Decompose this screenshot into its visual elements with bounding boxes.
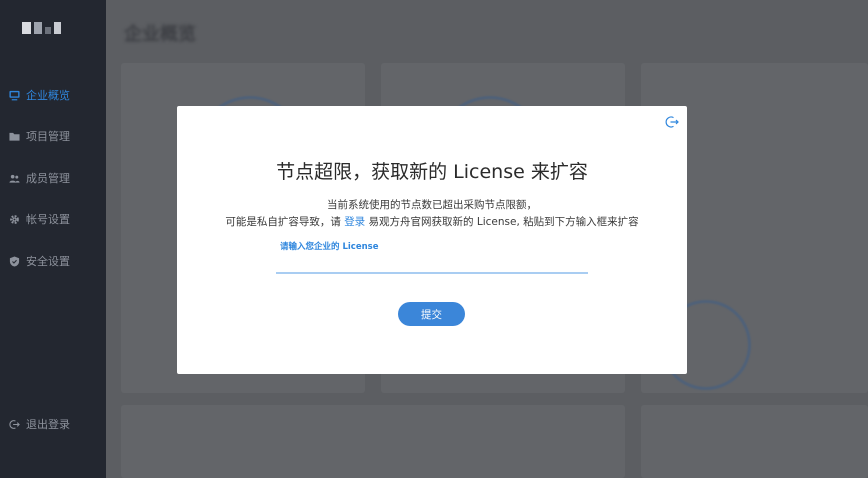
logout-label: 退出登录 (26, 418, 70, 431)
desc-prefix: 可能是私自扩容导致，请 (225, 216, 341, 228)
sidebar: 企业概览 项目管理 成员管理 帐号设置 安全设置 退出登录 (0, 0, 106, 478)
logout-icon (9, 419, 20, 430)
logo (22, 22, 61, 34)
shield-icon (9, 255, 20, 267)
gear-icon (9, 214, 20, 225)
sidebar-item-overview[interactable]: 企业概览 (0, 85, 106, 105)
sidebar-item-security[interactable]: 安全设置 (0, 251, 106, 271)
page-title: 企业概览 (124, 24, 196, 45)
monitor-icon (9, 90, 20, 101)
sidebar-item-account[interactable]: 帐号设置 (0, 209, 106, 229)
overview-card (641, 405, 868, 478)
close-button[interactable] (665, 114, 679, 128)
modal-description-line-1: 当前系统使用的节点数已超出采购节点限额， (327, 199, 537, 211)
modal-title: 节点超限，获取新的 License 来扩容 (276, 161, 588, 183)
sidebar-item-label: 项目管理 (26, 130, 70, 143)
license-modal: 节点超限，获取新的 License 来扩容 当前系统使用的节点数已超出采购节点限… (177, 106, 687, 374)
folder-icon (9, 131, 20, 142)
sidebar-item-label: 成员管理 (26, 172, 70, 185)
modal-description-line-2: 可能是私自扩容导致，请 登录 易观方舟官网获取新的 License, 粘贴到下方… (177, 214, 687, 229)
users-icon (9, 173, 20, 184)
sidebar-item-label: 帐号设置 (26, 213, 70, 226)
login-link[interactable]: 登录 (344, 216, 365, 228)
logout-icon (665, 114, 679, 133)
sidebar-item-members[interactable]: 成员管理 (0, 168, 106, 188)
logout-button[interactable]: 退出登录 (0, 414, 106, 434)
license-input[interactable] (276, 254, 588, 274)
sidebar-item-projects[interactable]: 项目管理 (0, 126, 106, 146)
license-field-label: 请输入您企业的 License (280, 242, 379, 252)
desc-suffix: 易观方舟官网获取新的 License, 粘贴到下方输入框来扩容 (368, 216, 639, 228)
overview-card (121, 405, 625, 478)
sidebar-item-label: 企业概览 (26, 89, 70, 102)
sidebar-item-label: 安全设置 (26, 255, 70, 268)
submit-button[interactable]: 提交 (398, 302, 465, 326)
